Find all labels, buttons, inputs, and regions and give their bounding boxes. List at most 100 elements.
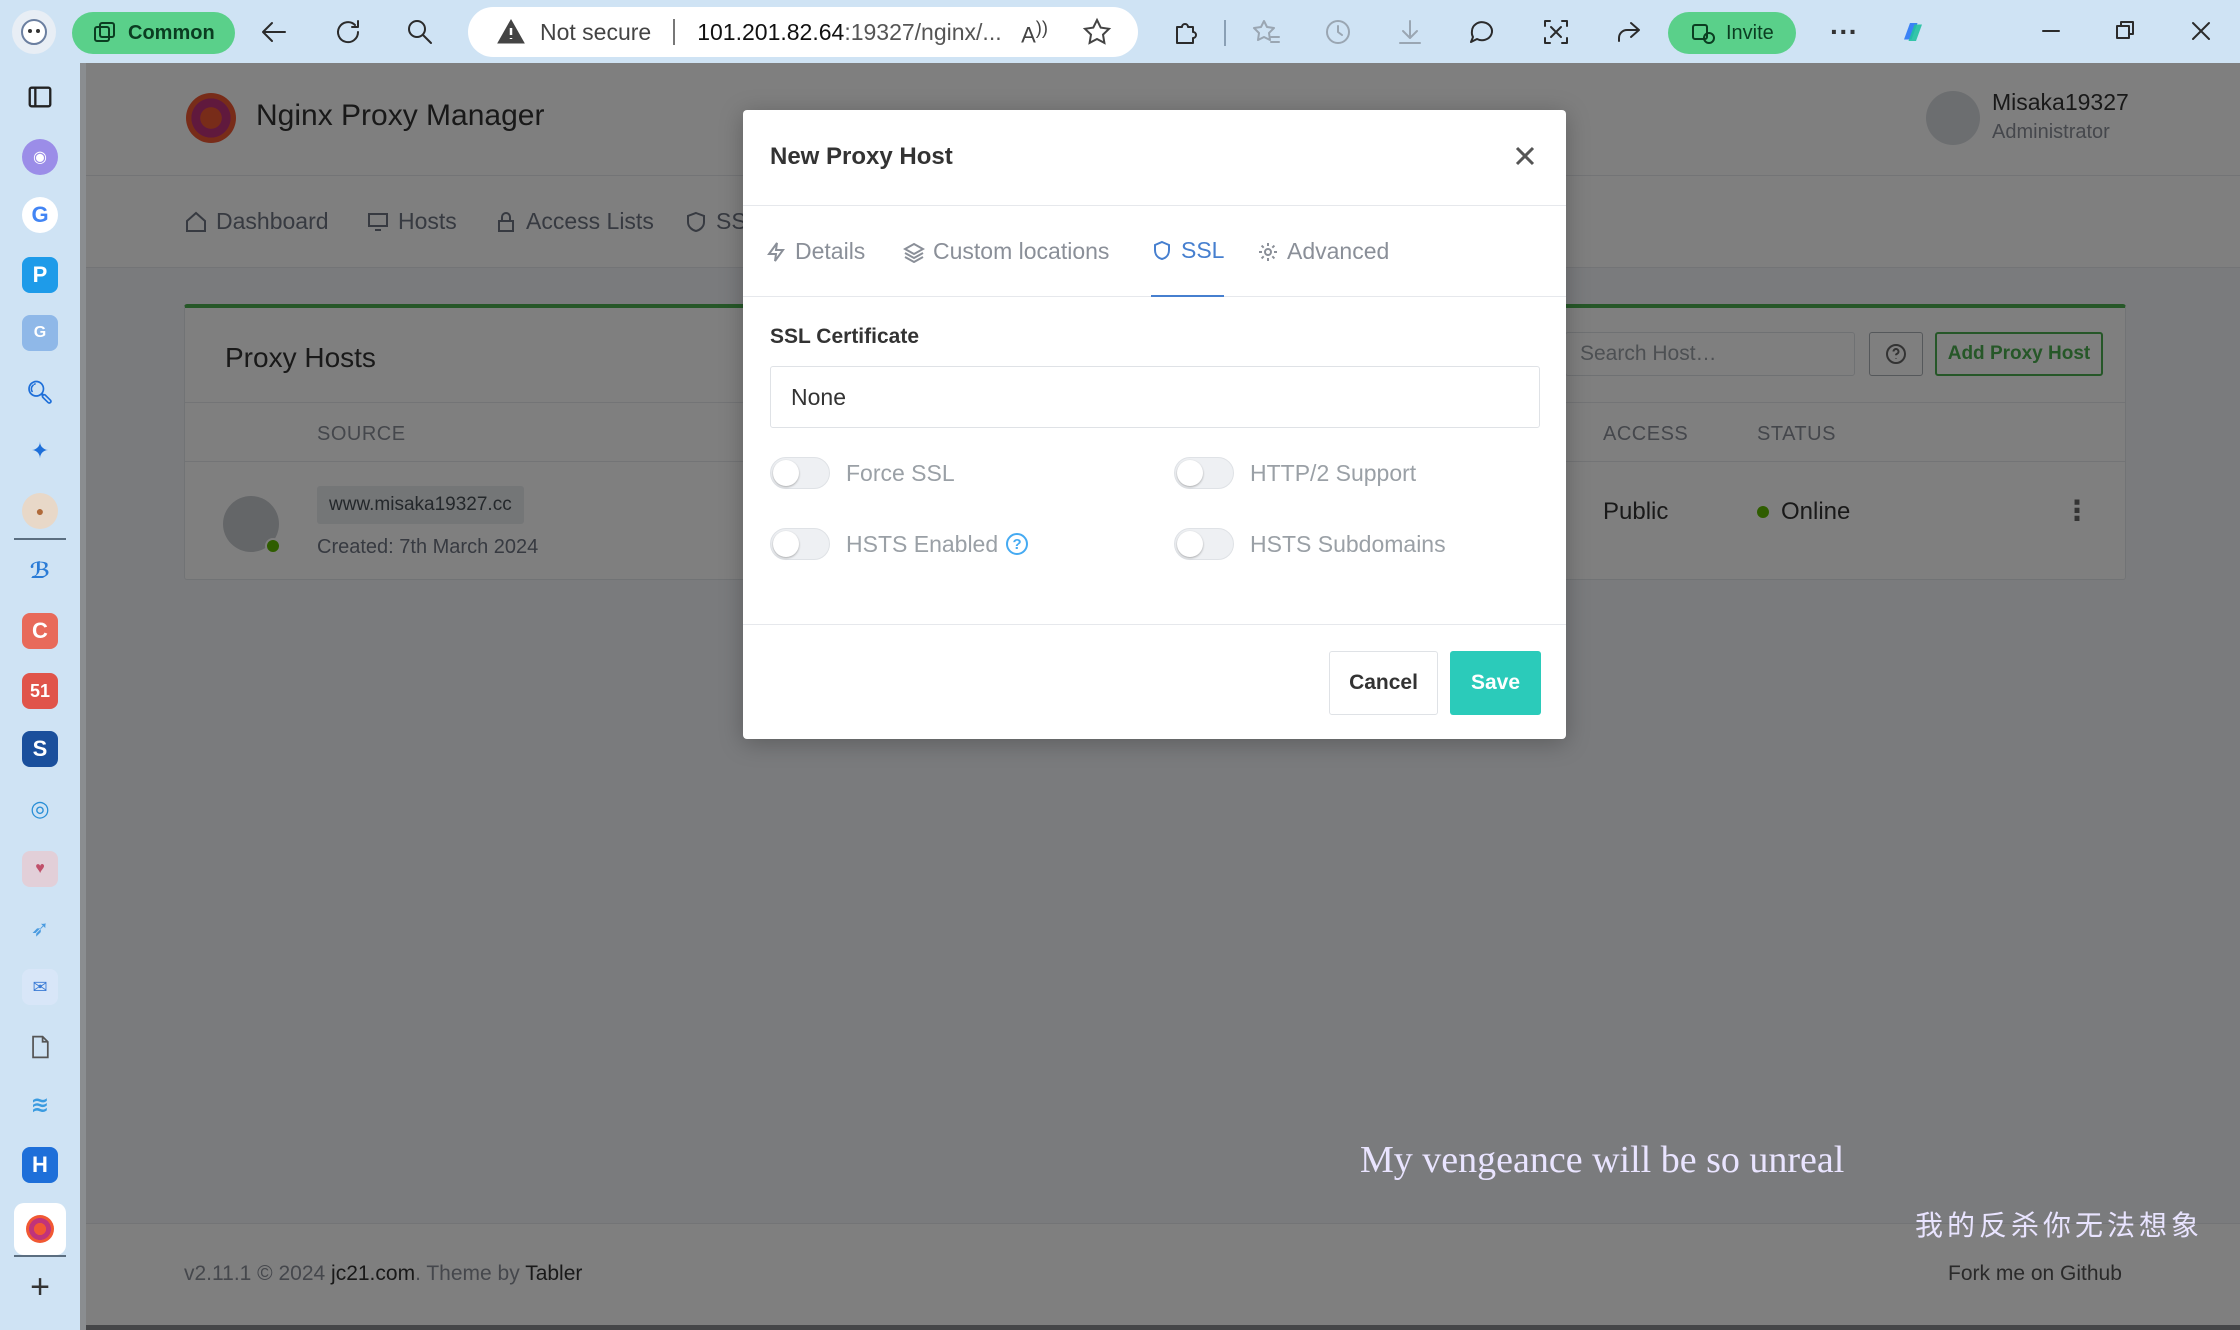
favorite-star-icon[interactable] xyxy=(1082,17,1112,47)
tab-details-label: Details xyxy=(795,238,866,264)
share-button[interactable] xyxy=(1610,16,1646,48)
sidebar-app-avatar[interactable]: ● xyxy=(22,493,58,529)
security-label: Not secure xyxy=(540,18,652,45)
sidebar-add-button[interactable]: + xyxy=(22,1267,58,1306)
translate-icon: G xyxy=(33,324,47,341)
chat-app-icon: ◉ xyxy=(33,149,47,166)
sidebar-app-google[interactable]: G xyxy=(22,197,58,233)
downloads-button[interactable] xyxy=(1392,16,1428,48)
chat-bubble-icon xyxy=(1470,21,1493,43)
url-host: 101.201.82.64 xyxy=(697,18,845,45)
plus-icon: + xyxy=(30,1267,50,1306)
restore-icon xyxy=(2116,21,2134,39)
copilot-button[interactable] xyxy=(1892,12,1934,52)
sidebar-app-npm-active[interactable] xyxy=(14,1203,66,1255)
force-ssl-label: Force SSL xyxy=(846,459,955,486)
sidebar-divider-bottom xyxy=(14,1255,66,1257)
url-path: :19327/nginx/... xyxy=(844,18,1002,45)
sidebar-divider xyxy=(14,538,66,540)
search-icon xyxy=(408,20,432,44)
h-app-icon: H xyxy=(32,1152,48,1177)
back-button[interactable] xyxy=(256,16,292,48)
sidebar-app-rocket[interactable]: ➶ xyxy=(22,911,58,947)
restore-button[interactable] xyxy=(2108,14,2142,48)
profile-avatar[interactable] xyxy=(12,10,56,54)
extensions-button[interactable] xyxy=(1168,16,1204,48)
sidebar-app-s[interactable]: S xyxy=(22,731,58,767)
sidebar-app-chat[interactable]: ◉ xyxy=(22,139,58,175)
hsts-help-icon[interactable]: ? xyxy=(1006,533,1029,555)
shield-icon xyxy=(1154,240,1170,260)
workspace-button[interactable]: Common xyxy=(72,12,235,54)
modal-close-button[interactable] xyxy=(1507,138,1543,174)
hsts-switch[interactable] xyxy=(770,528,830,560)
force-ssl-switch[interactable] xyxy=(770,457,830,489)
workspaces-icon xyxy=(94,22,115,42)
workspace-label: Common xyxy=(128,21,215,44)
sidebar-app-mail[interactable]: ✉ xyxy=(22,969,58,1005)
tab-advanced-label: Advanced xyxy=(1287,238,1390,264)
sidebar-app-a[interactable]: ℬ xyxy=(22,553,58,589)
read-aloud-button[interactable]: A)) xyxy=(1021,17,1048,48)
mail-icon: ✉ xyxy=(32,976,48,997)
address-bar[interactable]: Not secure 101.201.82.64 :19327/nginx/..… xyxy=(468,7,1138,57)
sidebar-app-layers[interactable]: ≋ xyxy=(22,1087,58,1123)
history-button[interactable] xyxy=(1320,16,1356,48)
browser-sidebar: ◉ G P G 🔍︎ ✦ ● ℬ C 51 S ◎ ♥ ➶ ✉ ≋ H + xyxy=(0,63,80,1330)
close-window-button[interactable] xyxy=(2184,14,2218,48)
tab-advanced[interactable]: Advanced xyxy=(1257,206,1389,297)
favorites-button[interactable] xyxy=(1248,16,1284,48)
favorites-star-icon xyxy=(1253,20,1280,43)
force-ssl-toggle[interactable]: Force SSL xyxy=(770,457,955,489)
http2-switch[interactable] xyxy=(1174,457,1234,489)
invite-button[interactable]: Invite xyxy=(1668,12,1796,54)
51-app-icon: 51 xyxy=(29,680,51,701)
refresh-button[interactable] xyxy=(330,16,366,48)
search-button[interactable] xyxy=(402,16,438,48)
anime-app-icon: ♥ xyxy=(35,860,45,877)
sidebar-app-search[interactable]: 🔍︎ xyxy=(22,375,58,411)
http2-label: HTTP/2 Support xyxy=(1250,459,1417,486)
s-app-icon: S xyxy=(32,736,48,761)
sidebar-app-51[interactable]: 51 xyxy=(22,673,58,709)
toolbar-divider xyxy=(1224,20,1226,46)
hsts-subdomains-toggle[interactable]: HSTS Subdomains xyxy=(1174,528,1446,560)
screenshot-icon xyxy=(1544,20,1568,44)
hsts-toggle[interactable]: HSTS Enabled ? xyxy=(770,528,1029,560)
bolt-icon xyxy=(767,241,785,262)
sidebar-app-h[interactable]: H xyxy=(22,1147,58,1183)
sidebar-app-lens[interactable]: ◎ xyxy=(22,791,58,827)
ssl-certificate-select[interactable]: None xyxy=(770,366,1540,428)
tab-custom-locations[interactable]: Custom locations xyxy=(903,206,1109,297)
sidebar-app-p[interactable]: P xyxy=(22,257,58,293)
more-menu-button[interactable]: ··· xyxy=(1826,16,1862,48)
address-separator xyxy=(673,19,676,45)
sidebar-toggle-button[interactable] xyxy=(22,79,58,115)
refresh-icon xyxy=(337,20,360,44)
tab-ssl-label: SSL xyxy=(1181,237,1225,263)
sparkle-icon: ✦ xyxy=(30,438,50,463)
sidebar-app-c[interactable]: C xyxy=(22,613,58,649)
subtitle-chinese: 我的反杀你无法想象 xyxy=(1915,1209,2204,1242)
minimize-icon xyxy=(2042,30,2060,32)
tab-details[interactable]: Details xyxy=(765,206,865,297)
chat-button[interactable] xyxy=(1464,16,1500,48)
minimize-button[interactable] xyxy=(2034,14,2068,48)
cancel-button[interactable]: Cancel xyxy=(1329,651,1438,715)
sidebar-app-anime[interactable]: ♥ xyxy=(22,851,58,887)
lens-icon: ◎ xyxy=(30,796,50,821)
warning-icon xyxy=(497,18,525,44)
modal-divider-bottom xyxy=(743,624,1566,625)
screenshot-button[interactable] xyxy=(1538,16,1574,48)
sidebar-app-document[interactable] xyxy=(22,1029,58,1065)
close-icon xyxy=(2192,22,2210,40)
http2-toggle[interactable]: HTTP/2 Support xyxy=(1174,457,1416,489)
sidebar-app-translate[interactable]: G xyxy=(22,315,58,351)
share-icon xyxy=(1618,22,1640,42)
sidebar-app-sparkle[interactable]: ✦ xyxy=(22,433,58,469)
hsts-label: HSTS Enabled xyxy=(846,530,999,557)
tab-ssl[interactable]: SSL xyxy=(1151,206,1225,297)
download-icon xyxy=(1399,20,1421,44)
hsts-subdomains-switch[interactable] xyxy=(1174,528,1234,560)
save-button[interactable]: Save xyxy=(1450,651,1541,715)
